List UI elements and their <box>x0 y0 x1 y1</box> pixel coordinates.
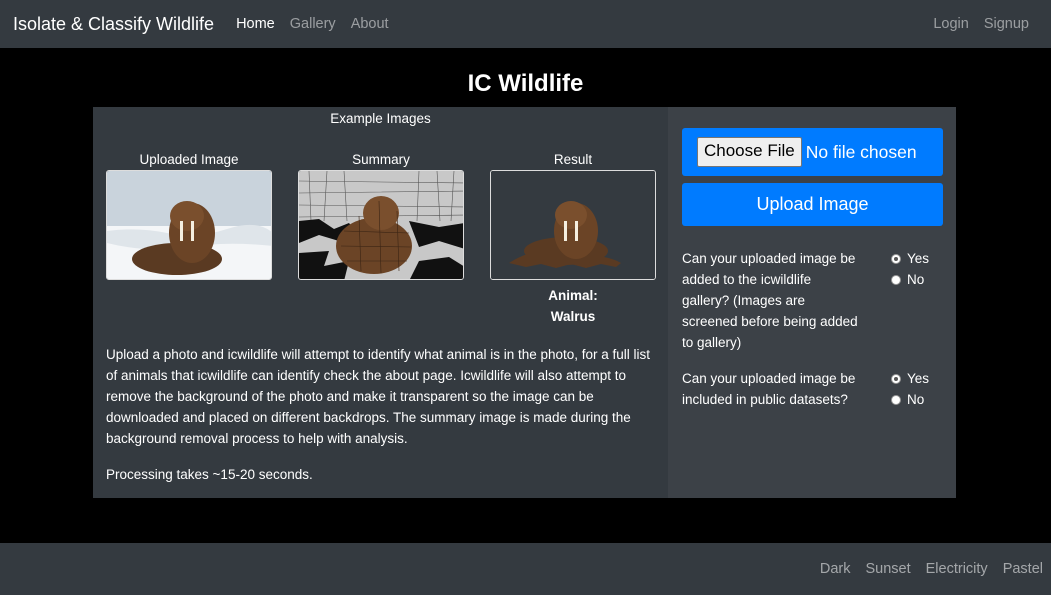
file-input[interactable]: Choose File No file chosen <box>682 128 943 176</box>
result-image-column: Result Animal: Walrus <box>490 152 656 327</box>
description-text: Upload a photo and icwildlife will attem… <box>106 347 651 446</box>
nav-signup-link[interactable]: Signup <box>984 16 1029 32</box>
navbar: Isolate & Classify Wildlife Home Gallery… <box>0 0 1051 48</box>
theme-sunset-link[interactable]: Sunset <box>865 561 910 577</box>
theme-electricity-link[interactable]: Electricity <box>926 561 988 577</box>
summary-image-label: Summary <box>352 152 410 167</box>
dataset-consent-question: Can your uploaded image be included in p… <box>682 371 856 407</box>
radio-unchecked-icon[interactable] <box>891 394 901 405</box>
gallery-consent-yes-label: Yes <box>907 251 930 266</box>
dataset-consent-no-label: No <box>907 392 925 407</box>
result-image <box>490 170 656 280</box>
gallery-consent-question: Can your uploaded image be added to the … <box>682 251 858 350</box>
radio-checked-icon[interactable] <box>891 253 901 264</box>
upload-image-button[interactable]: Upload Image <box>682 183 943 226</box>
nav-auth-links: Login Signup <box>933 16 1044 32</box>
radio-checked-icon[interactable] <box>891 373 901 384</box>
uploaded-image-column: Uploaded Image <box>106 152 272 280</box>
summary-image-column: Summary <box>298 152 464 280</box>
dataset-consent-no[interactable]: No <box>891 389 929 410</box>
uploaded-image-label: Uploaded Image <box>139 152 239 167</box>
nav-home-link[interactable]: Home <box>236 16 275 32</box>
nav-gallery-link[interactable]: Gallery <box>290 16 336 32</box>
animal-result-label: Animal: <box>548 288 598 303</box>
summary-image <box>298 170 464 280</box>
nav-about-link[interactable]: About <box>351 16 389 32</box>
page-title: IC Wildlife <box>467 70 584 97</box>
footer: Dark Sunset Electricity Pastel <box>0 543 1051 595</box>
gallery-consent-no[interactable]: No <box>891 269 929 290</box>
theme-dark-link[interactable]: Dark <box>820 561 851 577</box>
brand-link[interactable]: Isolate & Classify Wildlife <box>13 14 214 35</box>
animal-result: Animal: Walrus <box>490 285 656 327</box>
dataset-consent-yes[interactable]: Yes <box>891 368 929 389</box>
animal-result-value: Walrus <box>550 309 596 324</box>
upload-panel: Choose File No file chosen Upload Image … <box>668 107 956 498</box>
radio-unchecked-icon[interactable] <box>891 274 901 285</box>
nav-login-link[interactable]: Login <box>933 16 968 32</box>
choose-file-button[interactable]: Choose File <box>697 137 802 167</box>
examples-panel: Example Images Uploaded Image Summary Re… <box>93 107 668 498</box>
result-image-label: Result <box>553 152 593 167</box>
gallery-consent-yes[interactable]: Yes <box>891 248 929 269</box>
uploaded-image <box>106 170 272 280</box>
dataset-consent-radios: Yes No <box>891 368 929 410</box>
gallery-consent-radios: Yes No <box>891 248 929 290</box>
file-status-text: No file chosen <box>805 141 917 162</box>
gallery-consent-no-label: No <box>907 272 925 287</box>
processing-time-text: Processing takes ~15-20 seconds. <box>106 467 313 482</box>
example-images-heading: Example Images <box>330 111 431 126</box>
dataset-consent-yes-label: Yes <box>907 371 930 386</box>
theme-pastel-link[interactable]: Pastel <box>1003 561 1043 577</box>
